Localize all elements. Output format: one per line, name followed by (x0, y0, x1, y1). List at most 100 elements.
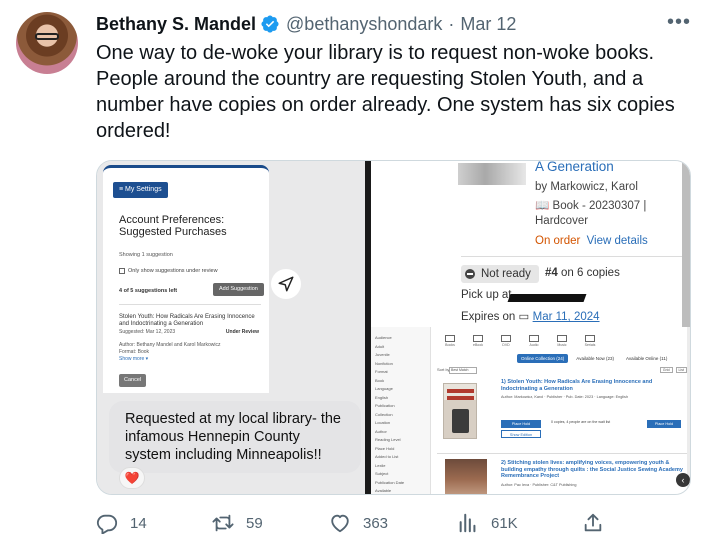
add-suggestion-button: Add Suggestion (213, 283, 264, 296)
like-button[interactable]: 363 (329, 508, 388, 538)
suggested-author-format: Author: Bethany Mandel and Karol Markowi… (119, 342, 264, 363)
facet-item: Author (375, 428, 387, 434)
catalog-tab: Available Now (23) (576, 356, 614, 361)
place-hold-button: Place Hold (501, 420, 541, 428)
facet-item: Publication Date (375, 479, 405, 485)
show-more-link: Show more ▾ (119, 356, 149, 362)
format-box-icon (445, 335, 455, 342)
views-chart-icon (459, 513, 476, 533)
tweet-text: One way to de-woke your library is to re… (96, 42, 675, 142)
checkbox-icon (119, 268, 125, 274)
sort-bar: Sort by Best Match Grid List (437, 367, 687, 377)
not-ready-label: Not ready (481, 268, 531, 280)
cover-title-band (447, 396, 474, 400)
checkbox-label: Only show suggestions under review (128, 268, 218, 274)
suggested-date: Suggested: Mar 12, 2023 (119, 329, 176, 335)
tweet-header: Bethany S. Mandel @bethanyshondark · Mar… (96, 12, 696, 36)
hold-scrollbar (682, 161, 690, 327)
facet-item: Language (375, 386, 393, 391)
format-box-icon (473, 335, 483, 342)
facet-item: Available (375, 488, 392, 493)
author-avatar[interactable] (16, 12, 78, 74)
catalog-tab: Online Collection (24) (517, 354, 569, 363)
heart-icon (331, 514, 349, 533)
format-label: Serials (584, 343, 596, 347)
not-ready-chip: Not ready (461, 265, 539, 283)
reply-icon (96, 514, 118, 534)
facet-item: Juvenile (375, 352, 390, 357)
hold-book-author: by Markowicz, Karol (535, 181, 638, 193)
media-left-screenshot: ≡ My Settings Account Preferences: Sugge… (97, 161, 365, 494)
cancel-suggestion-button: Cancel (119, 374, 147, 387)
cover-title-band (447, 389, 474, 393)
send-arrow-icon (271, 269, 301, 299)
reply-button[interactable]: 14 (96, 508, 147, 538)
suggested-format: Format: Book (119, 349, 150, 355)
format-label: Audio (529, 343, 539, 347)
format-box-icon (501, 335, 511, 342)
like-count: 363 (363, 514, 389, 532)
share-icon (584, 513, 602, 532)
view-details-link: View details (586, 235, 648, 247)
retweet-icon (212, 514, 234, 532)
format-label: eBook (473, 343, 483, 347)
facet-item: Nonfiction (375, 360, 393, 366)
format-icon: Music (553, 335, 571, 349)
pickup-label: Pick up at (461, 289, 512, 301)
result-divider (437, 453, 687, 454)
format-icon: Books (441, 335, 459, 349)
format-label: DVD (502, 343, 510, 347)
author-name[interactable]: Bethany S. Mandel (96, 14, 256, 35)
catalog-facet-sidebar: Audience Adult Juvenile Nonfiction Format Boo… (371, 327, 431, 494)
result-1-meta: Author: Markowicz, Karol · Publisher · P… (501, 395, 629, 399)
format-icon: Serials (581, 335, 599, 349)
avatar-glasses (35, 33, 59, 40)
suggested-book-title: Stolen Youth: How Radicals Are Erasing I… (119, 314, 255, 327)
reply-count: 14 (130, 514, 147, 532)
suggested-author: Author: Bethany Mandel and Karol Markowi… (119, 342, 221, 348)
book-format-icon: 📖 (535, 200, 550, 212)
result-1-title: 1) Stolen Youth: How Radicals Are Erasin… (501, 379, 653, 392)
suggestion-status: Under Review (225, 329, 259, 335)
result-2-title: 2) Stitching stolen lives: amplifying vo… (501, 460, 683, 479)
media-hold-status-screenshot: A Generation by Markowicz, Karol 📖 Book … (365, 160, 690, 327)
my-settings-button: ≡ My Settings (113, 182, 168, 198)
catalog-tab: Available Online (11) (625, 356, 668, 361)
tweet-media[interactable]: ≡ My Settings Account Preferences: Sugge… (96, 160, 691, 495)
collapse-icon[interactable]: ‹ (676, 473, 690, 487)
redaction-mark (507, 294, 587, 302)
more-horizontal-icon[interactable]: ••• (666, 12, 692, 36)
tweet-date[interactable]: Mar 12 (460, 14, 516, 35)
expires-date: Mar 11, 2024 (532, 311, 600, 323)
format-box-icon (557, 335, 567, 342)
hold-book-format-text: Book - 20230307 | Hardcover (535, 200, 647, 227)
hold-divider (461, 256, 687, 257)
author-handle[interactable]: @bethanyshondark (286, 14, 442, 35)
expires-row: Expires on ▭ Mar 11, 2024 (461, 309, 600, 323)
queue-position: #4 on 6 copies (545, 267, 620, 279)
format-box-icon (529, 335, 539, 342)
under-review-filter: Only show suggestions under review (119, 268, 218, 274)
suggestions-card: ≡ My Settings Account Preferences: Sugge… (103, 165, 269, 393)
stitching-cover (445, 459, 487, 494)
facet-item: Place Hold (375, 445, 395, 451)
views-button[interactable]: 61K (457, 508, 518, 538)
card-divider (119, 304, 261, 305)
view-toggle: Grid List (659, 367, 687, 373)
tweet-actions: 14 59 363 61K (96, 508, 606, 538)
on-order-label: On order (535, 235, 581, 247)
facet-item: Collection (375, 411, 393, 417)
media-catalog-screenshot: Audience Adult Juvenile Nonfiction Format Boo… (371, 327, 690, 494)
verified-badge-icon[interactable] (260, 14, 280, 34)
cover-figure (452, 409, 469, 433)
share-button[interactable] (582, 508, 616, 538)
header-separator: · (448, 13, 455, 34)
result-2-meta: Author: Pac Ieva · Publisher: C&T Publis… (501, 483, 577, 487)
catalog-tabs: Online Collection (24) Available Now (23)… (517, 354, 671, 363)
retweet-button[interactable]: 59 (212, 508, 263, 538)
stolen-youth-cover (443, 383, 477, 439)
hold-book-title: A Generation (535, 160, 614, 174)
availability-text: 0 copies, 4 people are on the wait list (551, 420, 611, 424)
format-label: Music (557, 343, 567, 347)
facet-item: Audience (375, 335, 392, 340)
